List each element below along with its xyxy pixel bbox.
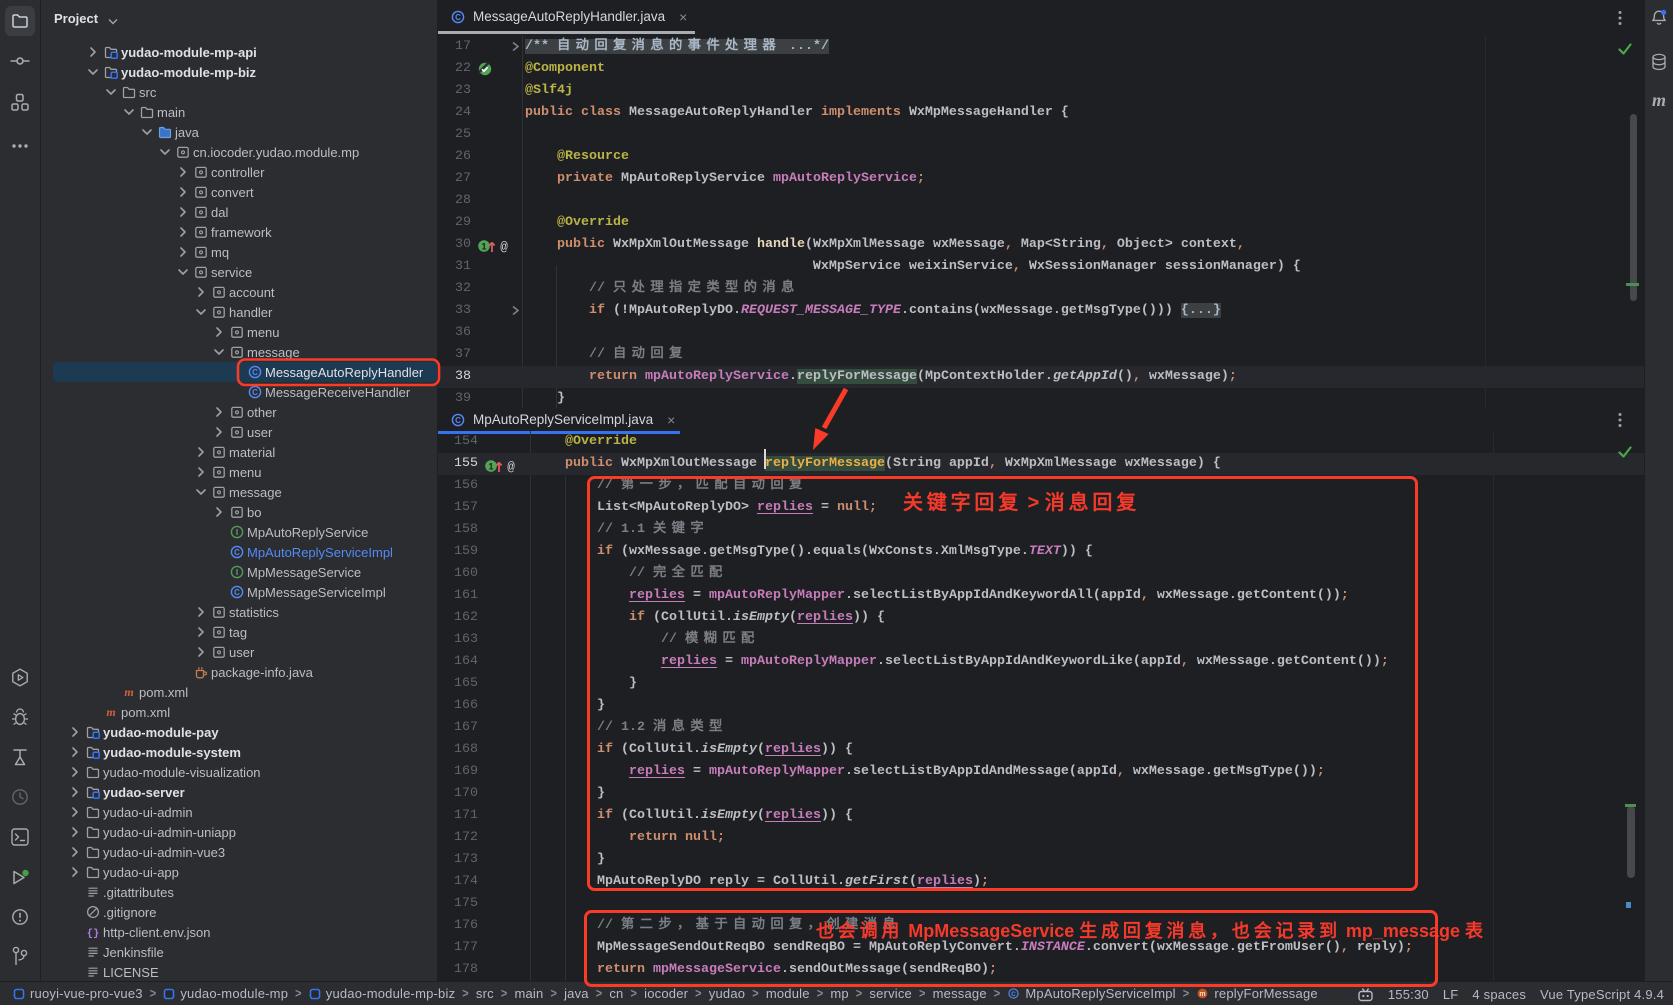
- svg-text:C: C: [234, 548, 240, 557]
- svg-text:m: m: [124, 685, 133, 699]
- svg-text:1: 1: [488, 461, 493, 471]
- svg-text:{}: {}: [87, 928, 100, 940]
- svg-text:C: C: [1011, 991, 1016, 998]
- svg-text:C: C: [252, 388, 258, 397]
- svg-text:m: m: [106, 705, 115, 719]
- svg-text:I: I: [236, 528, 238, 537]
- svg-text:I: I: [236, 568, 238, 577]
- svg-text:C: C: [234, 588, 240, 597]
- svg-text:1: 1: [481, 241, 486, 251]
- svg-text:m: m: [1200, 991, 1206, 998]
- svg-text:C: C: [252, 368, 258, 377]
- svg-text:C: C: [455, 416, 461, 425]
- svg-text:C: C: [455, 13, 461, 22]
- svg-text:@: @: [507, 461, 515, 475]
- svg-text:@: @: [500, 241, 508, 255]
